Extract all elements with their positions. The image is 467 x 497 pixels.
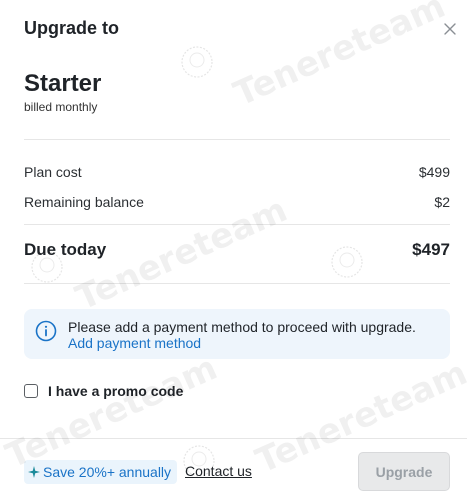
info-icon: [35, 320, 57, 342]
plan-cost-label: Plan cost: [24, 164, 82, 180]
remaining-balance-label: Remaining balance: [24, 194, 144, 210]
due-today-value: $497: [412, 240, 450, 259]
add-payment-method-link[interactable]: Add payment method: [68, 335, 201, 351]
footer-divider: [0, 438, 467, 439]
remaining-balance-row: Remaining balance $2: [24, 192, 450, 212]
contact-us-link[interactable]: Contact us: [185, 463, 252, 479]
plan-cost-row: Plan cost $499: [24, 162, 450, 182]
watermark: Tenereteam: [0, 347, 224, 477]
close-icon[interactable]: [441, 20, 459, 38]
save-annually-label: Save 20%+ annually: [43, 464, 172, 480]
payment-notice: Please add a payment method to proceed w…: [24, 309, 450, 359]
promo-code-label[interactable]: I have a promo code: [48, 383, 183, 399]
divider: [24, 139, 450, 140]
promo-code-toggle[interactable]: I have a promo code: [24, 383, 183, 399]
modal-title: Upgrade to: [24, 18, 120, 38]
save-annually-badge[interactable]: Save 20%+ annually: [24, 460, 178, 484]
plan-billing: billed monthly: [24, 100, 98, 114]
sparkle-icon: [28, 466, 40, 478]
remaining-balance-value: $2: [434, 194, 450, 210]
plan-cost-value: $499: [418, 164, 450, 180]
promo-code-checkbox[interactable]: [24, 384, 38, 398]
watermark: Tenereteam: [228, 0, 452, 115]
plan-name: Starter: [24, 70, 102, 97]
upgrade-modal: Upgrade to Starter billed monthly Plan c…: [0, 0, 467, 497]
divider: [24, 224, 450, 225]
notice-message: Please add a payment method to proceed w…: [68, 319, 416, 335]
due-today-label: Due today: [24, 240, 107, 259]
upgrade-button[interactable]: Upgrade: [358, 452, 450, 491]
due-today-row: Due today $497: [24, 239, 450, 261]
divider: [24, 283, 450, 284]
watermark-seal-icon: [181, 46, 213, 78]
